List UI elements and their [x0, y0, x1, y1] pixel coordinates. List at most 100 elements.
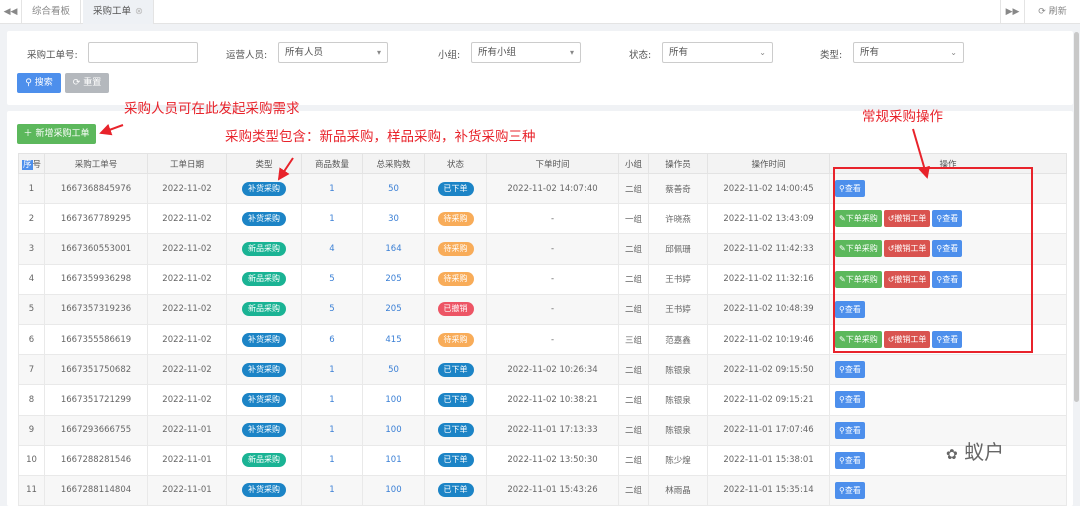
- qty-link[interactable]: 1: [329, 395, 334, 405]
- cell-status: 待采购: [424, 233, 487, 265]
- cell-status: 已下单: [424, 474, 487, 506]
- qty-link[interactable]: 1: [329, 455, 334, 465]
- cell-order-time: 2022-11-02 10:26:34: [486, 354, 619, 386]
- cell-date: 2022-11-01: [147, 414, 227, 446]
- cell-actions: ⚲查看: [829, 474, 1067, 506]
- action-label: 查看: [844, 455, 861, 465]
- scroll-tabs-left-icon[interactable]: ◀◀: [0, 0, 22, 24]
- close-tab-icon[interactable]: ⊗: [135, 6, 143, 17]
- cell-operator: 陈少煌: [648, 444, 708, 476]
- cell-group: 二组: [618, 444, 649, 476]
- total-link[interactable]: 164: [385, 244, 401, 254]
- group-select-value: 所有小组: [478, 47, 517, 58]
- status-badge: 已下单: [437, 392, 474, 407]
- cell-operator: 范嘉鑫: [648, 323, 708, 356]
- cell-qty: 5: [301, 293, 363, 325]
- search-button-label: 搜索: [34, 78, 53, 88]
- cell-type: 新品采购: [226, 444, 302, 476]
- cell-seq: 5: [18, 293, 45, 325]
- cell-seq: 3: [18, 233, 45, 265]
- total-link[interactable]: 100: [385, 425, 401, 435]
- status-select[interactable]: 所有 ⌄: [662, 42, 773, 63]
- type-select[interactable]: 所有 ⌄: [853, 42, 964, 63]
- type-badge: 新品采购: [242, 241, 286, 256]
- table-row[interactable]: 7 1667351750682 2022-11-02 补货采购 1 50 已下单 2022-1…: [18, 354, 1067, 386]
- cell-date: 2022-11-02: [147, 233, 227, 265]
- reset-button-label: 重置: [83, 78, 102, 88]
- total-link[interactable]: 415: [385, 335, 401, 345]
- cell-status: 已下单: [424, 384, 487, 416]
- cell-type: 补货采购: [226, 474, 302, 506]
- view-button[interactable]: ⚲查看: [835, 481, 865, 499]
- cell-date: 2022-11-02: [147, 293, 227, 325]
- cell-qty: 1: [301, 354, 363, 386]
- order-no-input[interactable]: [88, 42, 198, 63]
- cell-total: 205: [362, 293, 425, 325]
- cell-seq: 9: [18, 414, 45, 446]
- cell-qty: 6: [301, 323, 363, 356]
- tab-purchase-orders[interactable]: 采购工单 ⊗: [83, 0, 154, 24]
- view-button[interactable]: ⚲查看: [835, 361, 865, 379]
- qty-link[interactable]: 5: [329, 274, 334, 284]
- cell-date: 2022-11-01: [147, 474, 227, 506]
- view-button[interactable]: ⚲查看: [835, 451, 865, 469]
- qty-link[interactable]: 1: [329, 425, 334, 435]
- cell-qty: 1: [301, 474, 363, 506]
- scrollbar-thumb[interactable]: [1074, 32, 1079, 402]
- cell-type: 补货采购: [226, 323, 302, 356]
- cell-order-time: -: [486, 293, 619, 325]
- table-row[interactable]: 8 1667351721299 2022-11-02 补货采购 1 100 已下单 2022-…: [18, 384, 1067, 416]
- search-button[interactable]: ⚲ 搜索: [17, 73, 61, 93]
- total-link[interactable]: 101: [385, 455, 401, 465]
- cell-total: 164: [362, 233, 425, 265]
- total-link[interactable]: 100: [385, 395, 401, 405]
- group-select[interactable]: 所有小组 ▾: [471, 42, 581, 63]
- operator-select[interactable]: 所有人员 ▾: [278, 42, 388, 63]
- cell-actions: ⚲查看: [829, 354, 1067, 386]
- cell-op-time: 2022-11-01 15:35:14: [707, 474, 830, 506]
- total-link[interactable]: 205: [385, 274, 401, 284]
- qty-link[interactable]: 5: [329, 304, 334, 314]
- total-link[interactable]: 205: [385, 304, 401, 314]
- cell-type: 新品采购: [226, 233, 302, 265]
- reset-button[interactable]: ⟳ 重置: [65, 73, 109, 93]
- action-label: 查看: [844, 485, 861, 495]
- tab-label: 采购工单: [93, 6, 132, 17]
- refresh-label: 刷新: [1048, 7, 1067, 17]
- type-badge: 补货采购: [242, 332, 286, 347]
- total-link[interactable]: 100: [385, 485, 401, 495]
- table-row[interactable]: 11 1667288114804 2022-11-01 补货采购 1 100 已下单 2022…: [18, 474, 1067, 506]
- qty-link[interactable]: 6: [329, 335, 334, 345]
- annotation-arrows: [99, 123, 930, 181]
- type-label: 类型:: [820, 50, 843, 61]
- status-badge: 待采购: [437, 332, 474, 347]
- total-link[interactable]: 50: [388, 365, 399, 375]
- qty-link[interactable]: 4: [329, 244, 334, 254]
- tab-dashboard[interactable]: 综合看板: [22, 0, 82, 24]
- action-label: 查看: [844, 395, 861, 405]
- watermark-text: 蚁户: [964, 440, 1005, 464]
- status-badge: 已下单: [437, 453, 474, 468]
- action-label: 查看: [844, 425, 861, 435]
- table-row[interactable]: 9 1667293666755 2022-11-01 补货采购 1 100 已下单 2022-…: [18, 414, 1067, 446]
- qty-link[interactable]: 1: [329, 485, 334, 495]
- table-row[interactable]: 10 1667288281546 2022-11-01 新品采购 1 101 已下单 2022…: [18, 444, 1067, 476]
- cell-op-time: 2022-11-02 09:15:50: [707, 354, 830, 386]
- refresh-button[interactable]: ⟳ 刷新: [1024, 0, 1080, 24]
- scroll-tabs-right-icon[interactable]: ▶▶: [1000, 0, 1024, 24]
- search-icon: ⚲: [25, 78, 32, 88]
- qty-link[interactable]: 1: [329, 365, 334, 375]
- tab-bar: ◀◀ 综合看板 采购工单 ⊗ ▶▶ ⟳ 刷新: [0, 0, 1080, 24]
- type-select-value: 所有: [860, 47, 880, 58]
- cell-order-time: 2022-11-02 13:50:30: [486, 444, 619, 476]
- cell-order-no: 1667288281546: [44, 444, 148, 476]
- cell-qty: 5: [301, 263, 363, 295]
- cell-group: 二组: [618, 263, 649, 295]
- type-badge: 新品采购: [242, 272, 286, 287]
- page-scrollbar[interactable]: [1073, 24, 1080, 501]
- cell-total: 101: [362, 444, 425, 476]
- view-button[interactable]: ⚲查看: [835, 391, 865, 409]
- cell-order-time: -: [486, 233, 619, 265]
- cell-total: 205: [362, 263, 425, 295]
- view-button[interactable]: ⚲查看: [835, 421, 865, 439]
